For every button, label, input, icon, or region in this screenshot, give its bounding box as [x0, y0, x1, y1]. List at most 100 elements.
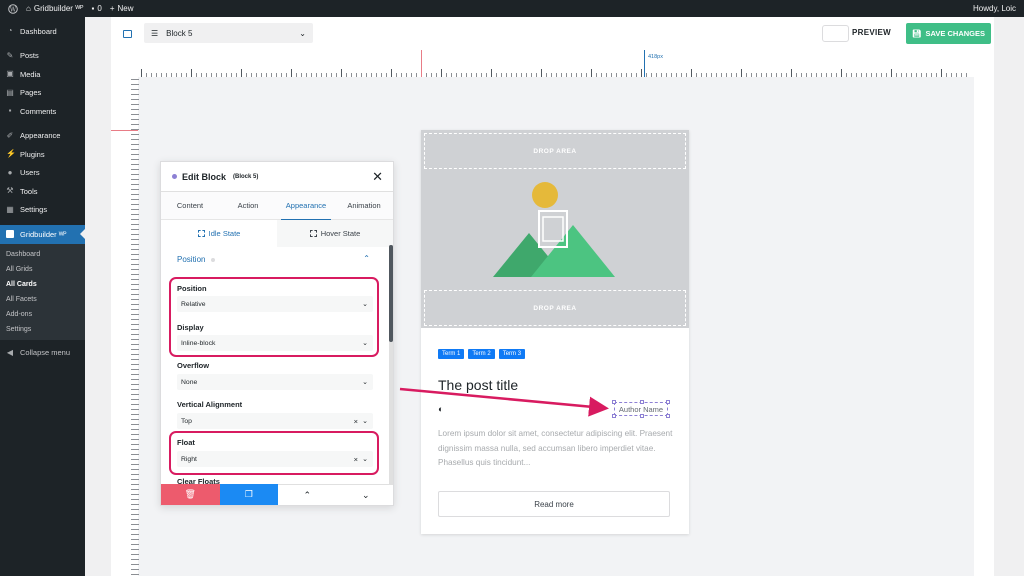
save-icon: 💾︎: [912, 29, 922, 38]
svg-text:W: W: [10, 6, 17, 13]
list-icon: ☰: [151, 28, 159, 38]
admin-bar: W ⌂ Gridbuilder ᵂᴾ ▪ 0 + New Howdy, Loic: [0, 0, 1024, 17]
chevron-up-icon[interactable]: ⌃: [363, 254, 370, 263]
sidebar-item-dashboard[interactable]: ◔ Dashboard: [0, 22, 85, 41]
comments-link[interactable]: ▪ 0: [92, 4, 102, 13]
sidebar-item-pages[interactable]: ▤ Pages: [0, 84, 85, 103]
overflow-select[interactable]: None ⌄: [177, 374, 373, 390]
term-badge[interactable]: Term 1: [438, 349, 465, 359]
sidebar-item-posts[interactable]: ✎ Posts: [0, 47, 85, 66]
clear-icon[interactable]: ×: [354, 417, 358, 426]
vertical-alignment-label: Vertical Alignment: [177, 400, 243, 409]
comment-bubble-icon: ▪: [91, 4, 95, 13]
ruler-guide-red: [421, 50, 422, 77]
tab-animation[interactable]: Animation: [335, 192, 393, 219]
card-preview: DROP AREA DROP AREA Term 1 Term 2 Term 3…: [421, 130, 689, 534]
wordpress-icon: W: [8, 3, 18, 14]
submenu-dashboard[interactable]: Dashboard: [0, 247, 85, 262]
move-down-button[interactable]: ⌄: [336, 484, 393, 505]
card-media: DROP AREA DROP AREA: [421, 130, 689, 328]
move-up-button[interactable]: ⌃: [278, 484, 337, 505]
sidebar-item-media[interactable]: ▣ Media: [0, 65, 85, 84]
collapse-menu-button[interactable]: ◀ Collapse menu: [0, 344, 85, 363]
panel-toggle-icon[interactable]: [123, 29, 132, 38]
vertical-ruler-guide-red: [111, 130, 138, 131]
drag-dot-icon: [172, 174, 177, 179]
panel-scrollbar-thumb[interactable]: [389, 245, 393, 342]
resize-handle[interactable]: [666, 414, 670, 418]
sidebar-item-comments[interactable]: ▪ Comments: [0, 102, 85, 121]
ruler-width-label: 418px: [648, 54, 663, 60]
wordpress-logo[interactable]: W: [8, 3, 18, 14]
hover-state-tab[interactable]: Hover State: [277, 220, 393, 247]
new-link[interactable]: + New: [110, 4, 134, 13]
panel-header[interactable]: Edit Block (Block 5) ✕: [161, 162, 393, 192]
vertical-alignment-select[interactable]: Top × ⌄: [177, 413, 373, 429]
term-badge[interactable]: Term 2: [468, 349, 495, 359]
read-more-button[interactable]: Read more: [438, 491, 670, 517]
delete-button[interactable]: 🗑︎: [161, 484, 220, 505]
resize-handle[interactable]: [612, 414, 616, 418]
editor-toolbar: ☰ Block 5 ⌄ PREVIEW 💾︎ SAVE CHANGES: [111, 17, 994, 50]
site-name-link[interactable]: ⌂ Gridbuilder ᵂᴾ: [26, 4, 84, 13]
sidebar-item-gridbuilder[interactable]: Gridbuilder ᵂᴾ: [0, 225, 85, 244]
gridbuilder-icon: [6, 230, 14, 239]
plug-icon: ⚡: [6, 149, 16, 159]
preview-button[interactable]: PREVIEW: [852, 28, 891, 37]
resize-handle[interactable]: [640, 414, 644, 418]
collapse-icon: ◀: [6, 347, 14, 357]
ruler-guide-blue: [644, 50, 645, 77]
preview-toggle[interactable]: [822, 25, 849, 42]
submenu-add-ons[interactable]: Add-ons: [0, 307, 85, 322]
duplicate-button[interactable]: ❐: [219, 484, 278, 505]
howdy-user[interactable]: Howdy, Loic: [973, 4, 1016, 13]
drop-area-bottom[interactable]: DROP AREA: [424, 290, 686, 326]
save-changes-button[interactable]: 💾︎ SAVE CHANGES: [906, 23, 991, 44]
resize-handle[interactable]: [666, 400, 670, 404]
panel-tabs: Content Action Appearance Animation: [161, 192, 393, 220]
tab-content[interactable]: Content: [161, 192, 219, 219]
sidebar-item-plugins[interactable]: ⚡ Plugins: [0, 145, 85, 164]
horizontal-ruler-major-ticks: [141, 69, 969, 77]
resize-handle[interactable]: [612, 400, 616, 404]
submenu-all-facets[interactable]: All Facets: [0, 292, 85, 307]
sidebar-item-tools[interactable]: ⚒ Tools: [0, 182, 85, 201]
brush-icon: ✐: [6, 130, 14, 140]
vertical-ruler: [131, 79, 139, 576]
chevron-down-icon: ⌄: [362, 418, 368, 425]
submenu-settings[interactable]: Settings: [0, 322, 85, 337]
wrench-icon: ⚒: [6, 186, 14, 196]
author-name-block[interactable]: Author Name: [612, 400, 670, 418]
trash-icon: 🗑︎: [184, 489, 196, 499]
post-title[interactable]: The post title: [438, 377, 518, 393]
chevron-down-icon: ⌄: [362, 379, 368, 386]
user-icon: ●: [7, 167, 13, 177]
pin-icon: ✎: [6, 50, 14, 60]
chevron-down-icon: ⌄: [299, 28, 306, 38]
panel-title: Edit Block: [182, 171, 227, 182]
term-badge[interactable]: Term 3: [498, 349, 526, 359]
state-switcher: Idle State Hover State: [161, 220, 393, 247]
submenu-all-grids[interactable]: All Grids: [0, 262, 85, 277]
submenu-all-cards[interactable]: All Cards: [0, 277, 85, 292]
post-excerpt[interactable]: Lorem ipsum dolor sit amet, consectetur …: [438, 427, 673, 471]
home-icon: ⌂: [26, 4, 31, 13]
section-position-header[interactable]: Position: [177, 255, 216, 264]
comment-icon: ▪: [8, 106, 12, 116]
close-icon[interactable]: ✕: [372, 169, 383, 185]
idle-state-tab[interactable]: Idle State: [161, 220, 277, 247]
resize-handle[interactable]: [640, 400, 644, 404]
sidebar-item-appearance[interactable]: ✐ Appearance: [0, 127, 85, 146]
sidebar-item-users[interactable]: ● Users: [0, 164, 85, 183]
plus-icon: +: [109, 4, 115, 13]
idle-state-icon: [197, 230, 205, 237]
tab-action[interactable]: Action: [219, 192, 277, 219]
dashboard-icon: ◔: [7, 26, 13, 36]
block-select[interactable]: ☰ Block 5 ⌄: [144, 23, 313, 43]
highlight-float: [169, 431, 379, 475]
avatar-icon[interactable]: ◐: [438, 404, 443, 414]
tab-appearance[interactable]: Appearance: [277, 192, 335, 220]
sidebar-item-settings[interactable]: ▦ Settings: [0, 201, 85, 220]
card-terms: Term 1 Term 2 Term 3: [438, 349, 526, 359]
drop-area-top[interactable]: DROP AREA: [424, 133, 686, 169]
